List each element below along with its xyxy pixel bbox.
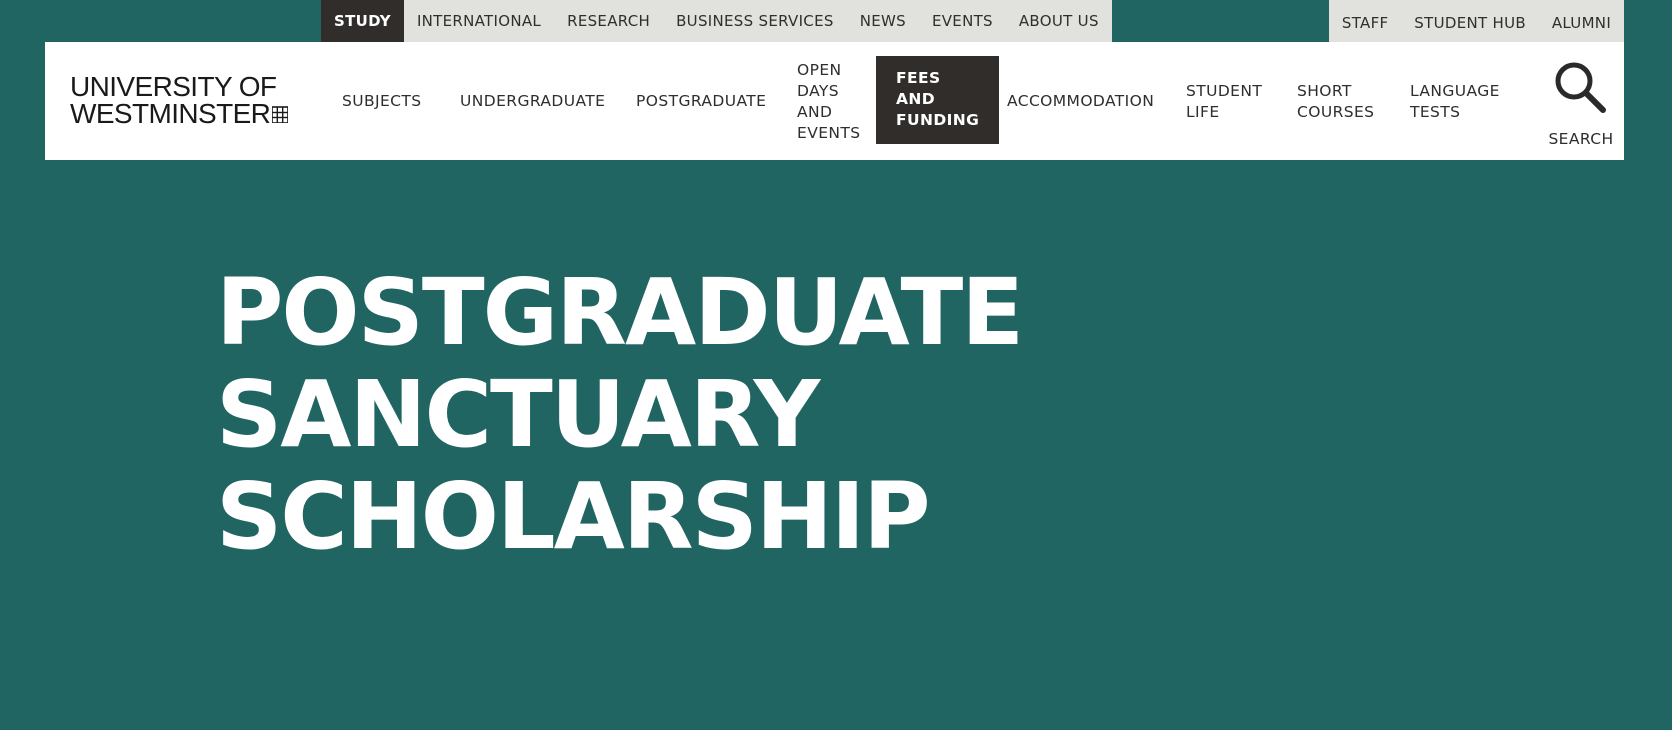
nav-undergraduate[interactable]: UNDERGRADUATE — [460, 91, 605, 112]
nav-language-tests[interactable]: LANGUAGE TESTS — [1410, 81, 1500, 123]
nav-postgraduate[interactable]: POSTGRADUATE — [636, 91, 766, 112]
search-label: SEARCH — [1548, 130, 1614, 148]
page-title-line-3: SCHOLARSHIP — [216, 463, 931, 570]
utility-nav-left: STUDY INTERNATIONAL RESEARCH BUSINESS SE… — [321, 0, 1112, 42]
page-title-line-2: SANCTUARY — [216, 361, 820, 468]
main-header: UNIVERSITY OF WESTMINSTER SUBJECTS UNDER… — [45, 42, 1624, 160]
utility-link-international[interactable]: INTERNATIONAL — [404, 0, 554, 42]
nav-short-courses[interactable]: SHORT COURSES — [1297, 81, 1374, 123]
utility-nav-right: STAFF STUDENT HUB ALUMNI — [1329, 0, 1624, 42]
utility-link-events[interactable]: EVENTS — [919, 0, 1006, 42]
nav-open-days-and-events[interactable]: OPEN DAYS AND EVENTS — [797, 60, 861, 144]
utility-link-alumni[interactable]: ALUMNI — [1552, 10, 1611, 32]
utility-link-news[interactable]: NEWS — [847, 0, 919, 42]
utility-link-student-hub[interactable]: STUDENT HUB — [1414, 10, 1526, 32]
search-button[interactable]: SEARCH — [1531, 60, 1631, 148]
utility-link-business-services[interactable]: BUSINESS SERVICES — [663, 0, 847, 42]
page-title: POSTGRADUATE SANCTUARY SCHOLARSHIP — [216, 259, 1024, 570]
utility-link-staff[interactable]: STAFF — [1342, 10, 1389, 32]
logo-line-1: UNIVERSITY OF — [70, 71, 277, 102]
nav-student-life[interactable]: STUDENT LIFE — [1186, 81, 1262, 123]
logo-line-2: WESTMINSTER — [70, 98, 271, 129]
nav-accommodation[interactable]: ACCOMMODATION — [1007, 91, 1154, 112]
page-title-line-1: POSTGRADUATE — [216, 259, 1024, 366]
utility-link-research[interactable]: RESEARCH — [554, 0, 663, 42]
nav-fees-and-funding[interactable]: FEES AND FUNDING — [876, 56, 1000, 144]
nav-subjects[interactable]: SUBJECTS — [342, 91, 422, 112]
utility-link-about-us[interactable]: ABOUT US — [1006, 0, 1112, 42]
utility-link-study[interactable]: STUDY — [321, 0, 404, 42]
university-logo[interactable]: UNIVERSITY OF WESTMINSTER — [70, 73, 290, 129]
portcullis-icon — [271, 100, 290, 127]
